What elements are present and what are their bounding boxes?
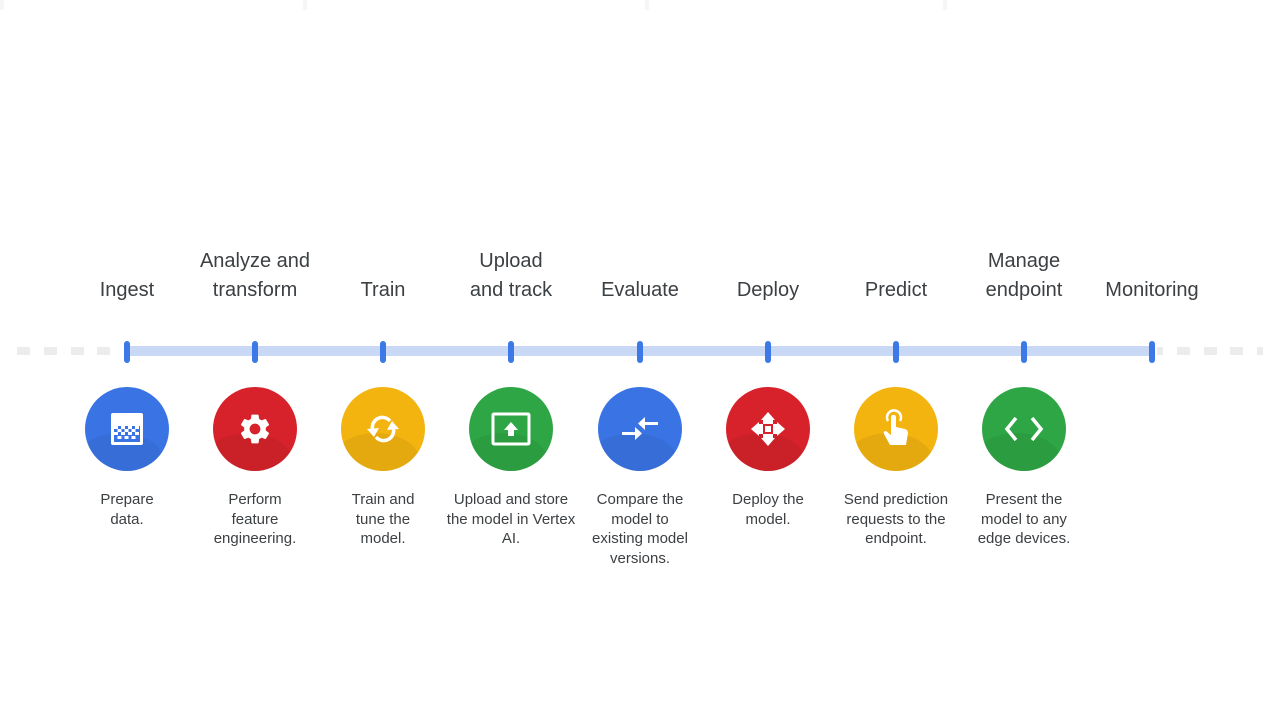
- top-edge-marks: [0, 0, 1280, 10]
- timeline-dash: [1257, 347, 1263, 355]
- top-mark: [0, 0, 4, 10]
- step-icon-train: [341, 387, 425, 471]
- timeline-dash: [17, 347, 30, 355]
- timeline-tick: [1149, 341, 1155, 363]
- timeline: [0, 341, 1280, 363]
- timeline-dash: [1230, 347, 1243, 355]
- timeline-tick: [1021, 341, 1027, 363]
- gear-icon: [240, 414, 270, 444]
- timeline-tick: [380, 341, 386, 363]
- stage-label-manage-endpoint: Manage endpoint: [985, 250, 1063, 301]
- step-icon-edge: [982, 387, 1066, 471]
- step-icon-feature-engineering: [213, 387, 297, 471]
- step-description: Compare the model to existing model vers…: [592, 491, 688, 567]
- timeline-tick: [637, 341, 643, 363]
- move-arrows-icon: [751, 412, 785, 446]
- data-table-icon: [111, 413, 143, 445]
- step-icon-compare: [598, 387, 682, 471]
- timeline-tick: [252, 341, 258, 363]
- stage-label-upload-track: Upload and track: [469, 250, 553, 301]
- timeline-dash: [97, 347, 110, 355]
- timeline-tick: [765, 341, 771, 363]
- step-icon-deploy: [726, 387, 810, 471]
- stage-label-predict: Predict: [864, 279, 928, 301]
- step-icon-predict: [854, 387, 938, 471]
- code-icon: [1004, 416, 1044, 442]
- timeline-dash: [1204, 347, 1217, 355]
- touch-icon: [883, 409, 908, 445]
- step-description: Deploy the model.: [732, 491, 804, 528]
- step-description: Perform feature engineering.: [213, 491, 297, 547]
- top-mark: [303, 0, 307, 10]
- step-description: Send prediction requests to the endpoint…: [843, 491, 949, 547]
- upload-icon: [491, 412, 531, 446]
- timeline-dash: [1177, 347, 1190, 355]
- step-description: Present the model to any edge devices.: [977, 491, 1071, 547]
- timeline-dash: [1157, 347, 1163, 355]
- compare-arrows-icon: [622, 417, 658, 440]
- stage-label-monitoring: Monitoring: [1105, 279, 1199, 301]
- step-icon-prepare: [85, 387, 169, 471]
- stage-label-train: Train: [360, 279, 406, 301]
- sync-icon: [367, 415, 399, 443]
- top-mark: [645, 0, 649, 10]
- step-description: Upload and store the model in Vertex AI.: [446, 491, 576, 547]
- stage-label-ingest: Ingest: [99, 279, 155, 301]
- step-description: Train and tune the model.: [351, 491, 415, 547]
- top-mark: [943, 0, 947, 10]
- timeline-tick: [508, 341, 514, 363]
- timeline-dash: [44, 347, 57, 355]
- step-icon-upload: [469, 387, 553, 471]
- timeline-tick: [124, 341, 130, 363]
- timeline-tick: [893, 341, 899, 363]
- step-description: Prepare data.: [100, 491, 154, 528]
- timeline-dash: [71, 347, 84, 355]
